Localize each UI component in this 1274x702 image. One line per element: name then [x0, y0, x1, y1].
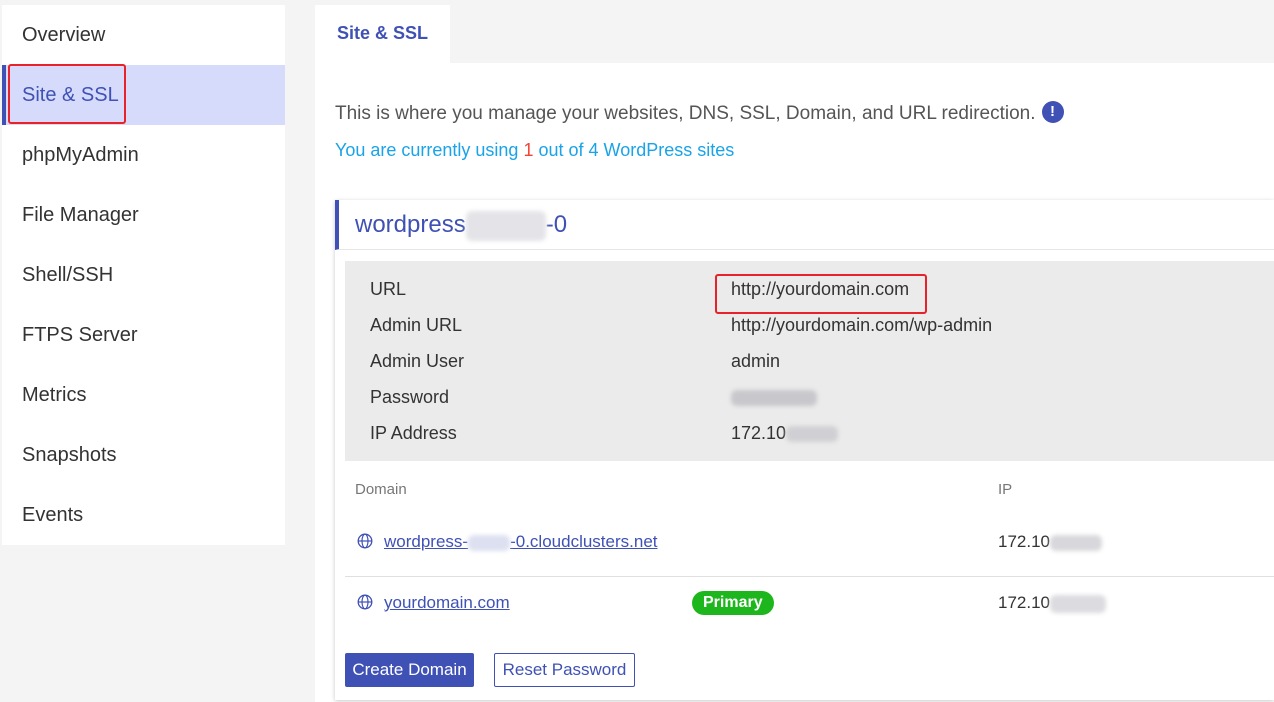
redacted-text — [1050, 534, 1102, 551]
sidebar-item-label: Overview — [22, 24, 106, 46]
description-text: This is where you manage your websites, … — [335, 103, 1036, 124]
detail-label-admin-user: Admin User — [370, 351, 465, 371]
redacted-text — [465, 210, 546, 241]
main-panel: Site & SSL This is where you manage your… — [315, 5, 1274, 702]
create-domain-button[interactable]: Create Domain — [345, 653, 474, 687]
usage-prefix: You are currently using — [335, 140, 519, 160]
detail-value-password — [731, 387, 817, 408]
sidebar-item-label: File Manager — [22, 204, 139, 226]
tab-site-ssl[interactable]: Site & SSL — [315, 5, 450, 63]
domain-link[interactable]: wordpress- -0.cloudclusters.net — [384, 532, 658, 552]
site-title: wordpress -0 — [335, 200, 1274, 250]
reset-password-button[interactable]: Reset Password — [494, 653, 635, 687]
sidebar-item-label: Shell/SSH — [22, 264, 114, 286]
site-name-suffix: -0 — [545, 211, 568, 238]
redacted-text — [468, 534, 511, 551]
ip-column-header: IP — [998, 481, 1013, 498]
globe-icon — [357, 594, 373, 610]
site-card: wordpress -0 URL http://yourdomain.com Ad… — [335, 200, 1274, 700]
redacted-text — [786, 426, 839, 443]
sidebar: Overview Site & SSL phpMyAdmin File Mana… — [2, 5, 285, 545]
primary-badge: Primary — [692, 591, 774, 615]
sidebar-item-site-ssl[interactable]: Site & SSL — [2, 65, 285, 125]
sidebar-item-label: Site & SSL — [22, 84, 119, 106]
domain-column-header: Domain — [355, 481, 407, 498]
sidebar-item-shell-ssh[interactable]: Shell/SSH — [2, 245, 285, 305]
sidebar-item-label: FTPS Server — [22, 324, 138, 346]
sidebar-item-metrics[interactable]: Metrics — [2, 365, 285, 425]
detail-value-admin-url[interactable]: http://yourdomain.com/wp-admin — [731, 315, 992, 336]
globe-icon — [357, 533, 373, 549]
sidebar-item-label: Snapshots — [22, 444, 117, 466]
detail-value-admin-user: admin — [731, 351, 781, 371]
detail-value-ip: 172.10 — [731, 423, 839, 444]
tab-bar: Site & SSL — [315, 5, 1274, 63]
table-row: wordpress- -0.cloudclusters.net 172.10 — [345, 516, 1274, 577]
detail-label-admin-url: Admin URL — [370, 315, 463, 335]
sidebar-item-phpmyadmin[interactable]: phpMyAdmin — [2, 125, 285, 185]
sidebar-item-events[interactable]: Events — [2, 485, 285, 545]
usage-suffix: out of 4 WordPress sites — [538, 140, 735, 160]
sidebar-item-label: phpMyAdmin — [22, 144, 139, 166]
redacted-text — [731, 390, 817, 407]
sidebar-item-file-manager[interactable]: File Manager — [2, 185, 285, 245]
sidebar-item-label: Metrics — [22, 384, 87, 406]
usage-summary: You are currently using 1 out of 4 WordP… — [335, 140, 734, 161]
detail-label-password: Password — [370, 387, 450, 407]
info-icon[interactable]: ! — [1041, 101, 1064, 123]
detail-label-ip: IP Address — [370, 423, 457, 443]
sidebar-item-snapshots[interactable]: Snapshots — [2, 425, 285, 485]
domain-link[interactable]: yourdomain.com — [384, 593, 510, 613]
detail-value-url[interactable]: http://yourdomain.com — [731, 279, 909, 300]
usage-count: 1 — [523, 140, 534, 160]
sidebar-item-overview[interactable]: Overview — [2, 5, 285, 65]
page-description: This is where you manage your websites, … — [335, 101, 1064, 125]
redacted-text — [1050, 594, 1106, 613]
sidebar-item-ftps-server[interactable]: FTPS Server — [2, 305, 285, 365]
site-details: URL http://yourdomain.com Admin URL http… — [345, 261, 1274, 461]
domain-ip: 172.10 — [998, 593, 1106, 613]
detail-label-url: URL — [370, 279, 407, 299]
domain-ip: 172.10 — [998, 532, 1102, 552]
site-name-prefix: wordpress — [355, 211, 466, 238]
sidebar-item-label: Events — [22, 504, 84, 526]
table-row: yourdomain.com Primary 172.10 — [345, 577, 1274, 641]
